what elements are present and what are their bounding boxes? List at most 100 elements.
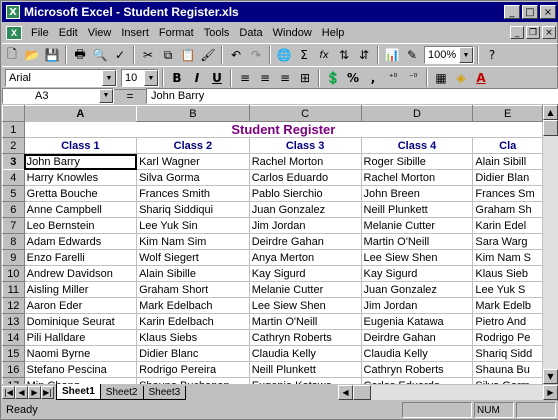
italic-button[interactable]: I: [187, 68, 207, 88]
help-icon[interactable]: ?: [482, 45, 502, 65]
table-cell[interactable]: Wolf Siegert: [136, 249, 250, 266]
row-header[interactable]: 10: [2, 265, 25, 282]
align-center-icon[interactable]: ≡: [255, 68, 275, 88]
sheet-title-cell[interactable]: Student Register: [23, 121, 543, 138]
table-cell[interactable]: Anne Campbell: [23, 201, 138, 218]
table-cell[interactable]: Silva Gorma: [136, 169, 250, 186]
table-cell[interactable]: Leo Bernstein: [23, 217, 138, 234]
last-sheet-icon[interactable]: ▶|: [41, 385, 54, 399]
row-header[interactable]: 8: [2, 233, 25, 250]
scroll-down-icon[interactable]: ▼: [543, 369, 558, 384]
scroll-left-icon[interactable]: ◀: [338, 384, 353, 400]
class-header-cell[interactable]: Class 4: [360, 137, 474, 154]
maximize-button[interactable]: □: [522, 5, 538, 19]
sort-descending-icon[interactable]: ⇵: [354, 45, 374, 65]
class-header-cell[interactable]: Cla: [472, 137, 543, 154]
new-icon[interactable]: 🗋: [2, 45, 22, 65]
table-cell[interactable]: Cathryn Roberts: [248, 329, 362, 346]
table-cell[interactable]: Didier Blan: [472, 169, 543, 186]
tab-sheet1[interactable]: Sheet1: [56, 384, 101, 400]
table-cell[interactable]: Rodrigo Pereira: [136, 361, 250, 378]
column-header-b[interactable]: B: [136, 105, 250, 122]
doc-minimize-button[interactable]: _: [510, 26, 524, 39]
open-icon[interactable]: 📂: [22, 45, 42, 65]
close-button[interactable]: ×: [540, 5, 556, 19]
autosum-icon[interactable]: Σ: [294, 45, 314, 65]
chevron-down-icon[interactable]: ▼: [102, 70, 116, 86]
table-cell[interactable]: Didier Blanc: [136, 345, 250, 362]
row-header[interactable]: 4: [2, 169, 25, 186]
table-cell[interactable]: Aisling Miller: [23, 281, 138, 298]
table-cell[interactable]: Aaron Eder: [23, 297, 138, 314]
table-cell[interactable]: Kay Sigurd: [248, 265, 362, 282]
table-cell[interactable]: Cathryn Roberts: [360, 361, 474, 378]
table-cell[interactable]: Mark Edelb: [472, 297, 543, 314]
chevron-down-icon[interactable]: ▼: [459, 47, 473, 63]
tab-sheet2[interactable]: Sheet2: [99, 386, 144, 400]
scroll-up-icon[interactable]: ▲: [543, 105, 558, 120]
table-cell[interactable]: Jim Jordan: [360, 297, 474, 314]
table-cell[interactable]: Juan Gonzalez: [248, 201, 362, 218]
table-cell[interactable]: Roger Sibille: [360, 153, 474, 170]
column-header-e[interactable]: E: [472, 105, 543, 122]
menu-help[interactable]: Help: [317, 27, 350, 39]
table-cell[interactable]: Sara Warg: [472, 233, 543, 250]
chevron-down-icon[interactable]: ▼: [144, 70, 158, 86]
currency-icon[interactable]: 💲: [323, 68, 343, 88]
copy-icon[interactable]: ⧉: [158, 45, 178, 65]
table-cell[interactable]: Eugenia Katawa: [360, 313, 474, 330]
table-cell[interactable]: Kim Nam Sim: [136, 233, 250, 250]
table-cell[interactable]: Lee Siew Shen: [360, 249, 474, 266]
menu-format[interactable]: Format: [154, 27, 199, 39]
formula-input[interactable]: John Barry: [146, 87, 558, 104]
table-cell[interactable]: Harry Knowles: [23, 169, 138, 186]
percent-button[interactable]: %: [343, 68, 363, 88]
table-cell[interactable]: Lee Siew Shen: [248, 297, 362, 314]
row-header[interactable]: 16: [2, 361, 25, 378]
horizontal-scrollbar[interactable]: ◀ ▶: [338, 384, 558, 400]
align-right-icon[interactable]: ≡: [275, 68, 295, 88]
column-header-c[interactable]: C: [248, 105, 362, 122]
table-cell[interactable]: Lee Yuk Sin: [136, 217, 250, 234]
table-cell[interactable]: Alain Sibille: [136, 265, 250, 282]
first-sheet-icon[interactable]: |◀: [2, 385, 15, 399]
print-icon[interactable]: 🖶: [70, 45, 90, 65]
decrease-decimal-icon[interactable]: ⁻⁰: [403, 68, 423, 88]
table-cell[interactable]: Pablo Sierchio: [248, 185, 362, 202]
table-cell[interactable]: Melanie Cutter: [248, 281, 362, 298]
vertical-scroll-thumb[interactable]: [543, 120, 558, 136]
row-header[interactable]: 15: [2, 345, 25, 362]
spelling-icon[interactable]: ✓: [110, 45, 130, 65]
table-cell[interactable]: Deirdre Gahan: [248, 233, 362, 250]
table-cell[interactable]: Lee Yuk S: [472, 281, 543, 298]
menu-data[interactable]: Data: [234, 27, 267, 39]
active-cell[interactable]: John Barry: [23, 153, 138, 170]
align-left-icon[interactable]: ≡: [235, 68, 255, 88]
increase-decimal-icon[interactable]: ⁺⁰: [383, 68, 403, 88]
table-cell[interactable]: Dominique Seurat: [23, 313, 138, 330]
row-header[interactable]: 11: [2, 281, 25, 298]
print-preview-icon[interactable]: 🔍: [90, 45, 110, 65]
select-all-corner[interactable]: [2, 105, 25, 122]
table-cell[interactable]: Juan Gonzalez: [360, 281, 474, 298]
table-cell[interactable]: Karl Wagner: [136, 153, 250, 170]
row-header[interactable]: 2: [2, 137, 25, 154]
table-cell[interactable]: Martin O'Neill: [248, 313, 362, 330]
column-header-a[interactable]: A: [23, 105, 138, 122]
borders-icon[interactable]: ▦: [431, 68, 451, 88]
name-box[interactable]: A3 ▼: [2, 87, 114, 104]
doc-restore-button[interactable]: ❐: [526, 26, 540, 39]
font-color-icon[interactable]: A: [471, 68, 491, 88]
redo-icon[interactable]: ↷: [246, 45, 266, 65]
next-sheet-icon[interactable]: ▶: [28, 385, 41, 399]
table-cell[interactable]: Graham Sh: [472, 201, 543, 218]
sort-ascending-icon[interactable]: ⇅: [334, 45, 354, 65]
table-cell[interactable]: Klaus Sieb: [472, 265, 543, 282]
table-cell[interactable]: Carlos Eduardo: [248, 169, 362, 186]
hyperlink-icon[interactable]: 🌐: [274, 45, 294, 65]
table-cell[interactable]: Adam Edwards: [23, 233, 138, 250]
menu-edit[interactable]: Edit: [54, 27, 83, 39]
table-cell[interactable]: Mark Edelbach: [136, 297, 250, 314]
table-cell[interactable]: Rodrigo Pe: [472, 329, 543, 346]
table-cell[interactable]: Andrew Davidson: [23, 265, 138, 282]
